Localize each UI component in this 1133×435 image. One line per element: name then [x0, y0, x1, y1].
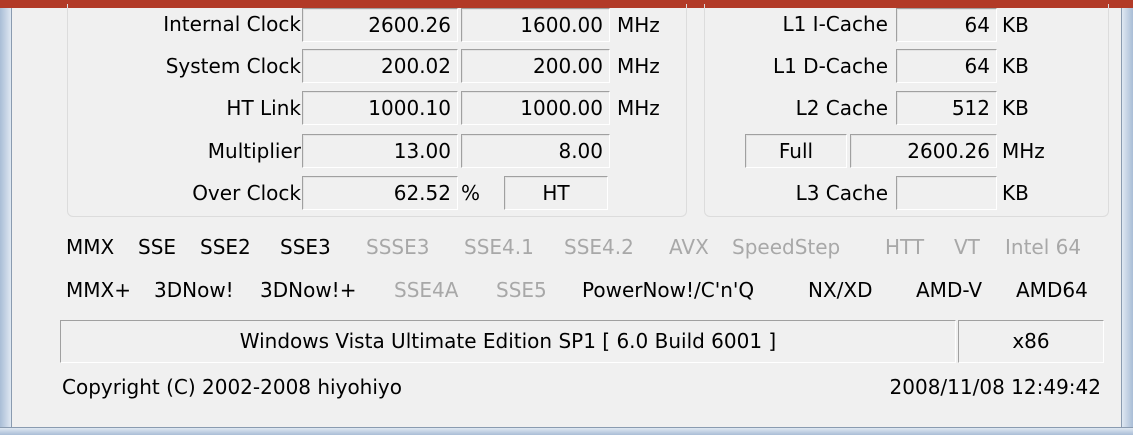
flag-speedstep: SpeedStep	[732, 235, 841, 259]
flag-intel64: Intel 64	[1005, 235, 1082, 259]
l3-cache-unit: KB	[1002, 181, 1029, 205]
internal-clock-unit: MHz	[617, 13, 660, 37]
window-frame-left	[0, 8, 12, 435]
multiplier-original: 8.00	[461, 134, 610, 168]
flag-sse: SSE	[138, 235, 177, 259]
l3-cache-label: L3 Cache	[795, 181, 888, 205]
l3-cache-value	[896, 176, 997, 210]
flag-sse2: SSE2	[200, 235, 251, 259]
l2-speed-mode: Full	[745, 134, 847, 168]
system-clock-current: 200.02	[302, 49, 458, 83]
ht-link-unit: MHz	[617, 96, 660, 120]
l2-cache-value: 512	[896, 91, 997, 125]
l2-speed-unit: MHz	[1002, 139, 1045, 163]
internal-clock-original: 1600.00	[461, 8, 610, 42]
system-clock-unit: MHz	[617, 54, 660, 78]
flag-powernow: PowerNow!/C'n'Q	[582, 278, 755, 302]
system-clock-label: System Clock	[165, 54, 301, 78]
flag-vt: VT	[954, 235, 980, 259]
internal-clock-current: 2600.26	[302, 8, 458, 42]
copyright-text: Copyright (C) 2002-2008 hiyohiyo	[62, 375, 402, 399]
flag-sse5: SSE5	[496, 278, 547, 302]
window-frame-right	[1121, 8, 1133, 435]
flag-sse4a: SSE4A	[394, 278, 459, 302]
ht-link-label: HT Link	[226, 96, 301, 120]
l1i-cache-label: L1 I-Cache	[782, 12, 888, 36]
flag-sse42: SSE4.2	[564, 235, 634, 259]
l2-cache-label: L2 Cache	[795, 96, 888, 120]
ht-indicator: HT	[504, 176, 608, 210]
l1d-cache-label: L1 D-Cache	[772, 54, 888, 78]
flag-ssse3: SSSE3	[366, 235, 430, 259]
l1d-cache-unit: KB	[1002, 54, 1029, 78]
internal-clock-label: Internal Clock	[163, 12, 301, 36]
flag-3dnow-plus: 3DNow!+	[260, 278, 357, 302]
system-clock-original: 200.00	[461, 49, 610, 83]
os-name-field: Windows Vista Ultimate Edition SP1 [ 6.0…	[60, 320, 956, 363]
datetime-text: 2008/11/08 12:49:42	[889, 375, 1101, 399]
multiplier-current: 13.00	[302, 134, 458, 168]
flag-amd-v: AMD-V	[916, 278, 983, 302]
l2-cache-unit: KB	[1002, 96, 1029, 120]
flag-mmx: MMX	[66, 235, 115, 259]
ht-link-original: 1000.00	[461, 91, 610, 125]
flag-sse41: SSE4.1	[464, 235, 534, 259]
flag-3dnow: 3DNow!	[154, 278, 234, 302]
over-clock-value: 62.52	[302, 176, 458, 210]
window-frame-bottom	[0, 427, 1133, 435]
flag-amd64: AMD64	[1016, 278, 1088, 302]
l1i-cache-unit: KB	[1002, 13, 1029, 37]
flag-mmx-plus: MMX+	[66, 278, 131, 302]
flag-nx-xd: NX/XD	[808, 278, 873, 302]
l2-speed-value: 2600.26	[850, 134, 997, 168]
flag-avx: AVX	[669, 235, 709, 259]
l1i-cache-value: 64	[896, 8, 997, 42]
multiplier-label: Multiplier	[207, 139, 301, 163]
flag-sse3: SSE3	[280, 235, 331, 259]
over-clock-percent: %	[461, 181, 481, 205]
main-panel: Internal Clock 2600.26 1600.00 MHz Syste…	[12, 4, 1121, 427]
ht-link-current: 1000.10	[302, 91, 458, 125]
os-arch-field: x86	[958, 320, 1104, 363]
l1d-cache-value: 64	[896, 49, 997, 83]
flag-htt: HTT	[885, 235, 925, 259]
over-clock-label: Over Clock	[192, 181, 301, 205]
